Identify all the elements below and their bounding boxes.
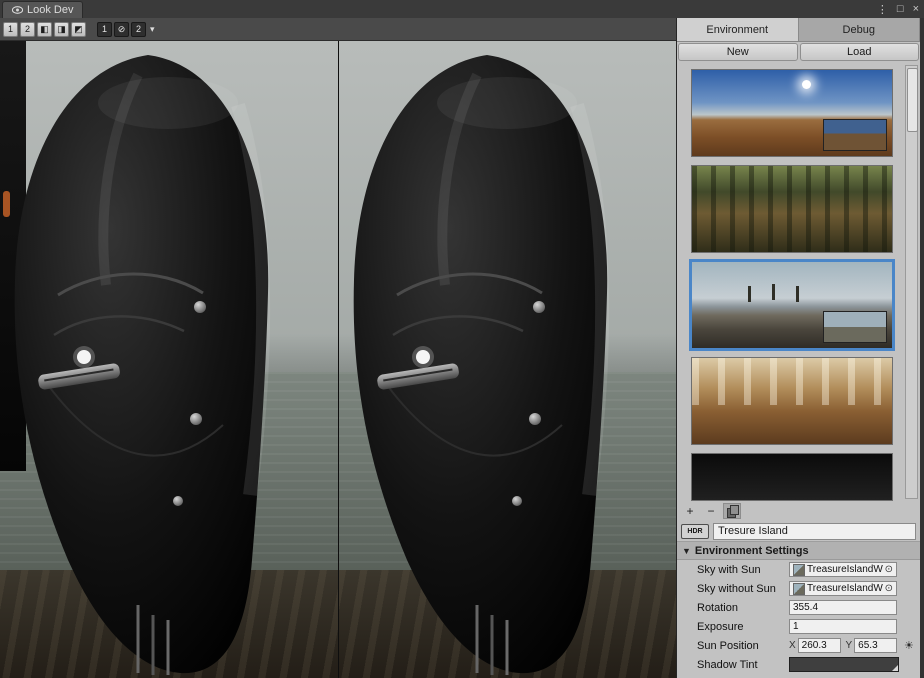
x-axis-label: X (789, 640, 796, 651)
add-hdri-button[interactable]: + (681, 503, 699, 519)
thumbnail-inset-preview (823, 119, 887, 151)
maximize-icon[interactable]: □ (897, 3, 904, 15)
single-view-2-button[interactable]: 2 (20, 22, 35, 37)
stacked-view-button[interactable]: ◨ (54, 22, 69, 37)
hdr-name-row: HDR Tresure Island (677, 521, 920, 541)
lookdev-toolbar: 1 2 ◧ ◨ ◩ 1 ⊘ 2 ▾ (0, 18, 676, 41)
hdri-thumbnail-church[interactable] (691, 357, 893, 445)
close-icon[interactable]: × (913, 3, 919, 15)
setting-row-sky-without-sun: Sky without Sun TreasureIslandWh ⊙ (677, 579, 920, 598)
copy-icon (727, 505, 738, 517)
tab-debug[interactable]: Debug (799, 18, 921, 41)
thumbnail-inset-preview (823, 311, 887, 343)
hdri-list-toolbar: + − (677, 501, 920, 521)
view-1-badge[interactable]: 1 (97, 22, 112, 37)
panel-tab-strip: Environment Debug (677, 18, 920, 42)
setting-row-rotation: Rotation 355.4 (677, 598, 920, 617)
setting-row-sun-position: Sun Position X 260.3 Y 65.3 ☀ (677, 636, 920, 655)
rotation-input[interactable]: 355.4 (789, 600, 897, 615)
lookdev-window-tab[interactable]: Look Dev (2, 1, 83, 18)
object-picker-icon[interactable]: ⊙ (885, 564, 893, 575)
hdri-thumbnail-treasure-island[interactable] (691, 261, 893, 349)
hdri-list (677, 63, 920, 501)
y-axis-label: Y (846, 640, 853, 651)
environment-actions: New Load (677, 42, 920, 63)
object-field-value: TreasureIslandWh (807, 583, 883, 594)
viewport-2[interactable] (338, 41, 676, 678)
thumbnail-scrollbar[interactable] (905, 65, 918, 499)
field-label: Sky without Sun (697, 583, 789, 595)
sky-with-sun-object-field[interactable]: TreasureIslandWh ⊙ (789, 562, 897, 577)
viewport-1[interactable] (0, 41, 338, 678)
tab-environment[interactable]: Environment (677, 18, 799, 41)
palm-tree (796, 286, 799, 302)
sky-without-sun-object-field[interactable]: TreasureIslandWh ⊙ (789, 581, 897, 596)
foldout-arrow-icon: ▼ (682, 546, 691, 556)
hdri-thumbnail-dark[interactable] (691, 453, 893, 501)
settings-title: Environment Settings (695, 545, 809, 557)
scrollbar-thumb[interactable] (907, 68, 918, 132)
palm-tree (772, 284, 775, 300)
hdri-thumbnail-desert[interactable] (691, 69, 893, 157)
setting-row-shadow-tint: Shadow Tint (677, 655, 920, 674)
remove-hdri-button[interactable]: − (702, 503, 720, 519)
sun-position-x-input[interactable]: 260.3 (798, 638, 841, 653)
lookdev-viewports (0, 41, 676, 678)
single-view-1-button[interactable]: 1 (3, 22, 18, 37)
window-menu-icon[interactable]: ⋮ (877, 3, 888, 16)
window-title: Look Dev (27, 4, 73, 16)
view-2-badge[interactable]: 2 (131, 22, 146, 37)
lookdev-eye-icon (12, 6, 23, 14)
palm-tree (748, 286, 751, 302)
environment-panel: Environment Debug New Load + − HDR (676, 18, 920, 678)
hdri-thumbnail-forest[interactable] (691, 165, 893, 253)
robot-head-render (0, 45, 308, 675)
environment-name-field[interactable]: Tresure Island (713, 523, 916, 540)
setting-row-exposure: Exposure 1 (677, 617, 920, 636)
sun-position-y-input[interactable]: 65.3 (854, 638, 897, 653)
field-label: Sky with Sun (697, 564, 789, 576)
object-field-value: TreasureIslandWh (807, 564, 883, 575)
object-picker-icon[interactable]: ⊙ (885, 583, 893, 594)
sun-highlight (802, 80, 811, 89)
split-zone-view-button[interactable]: ◩ (71, 22, 86, 37)
texture-icon (793, 583, 805, 595)
duplicate-hdri-button[interactable] (723, 503, 741, 519)
title-bar: Look Dev ⋮ □ × (0, 0, 924, 18)
link-views-button[interactable]: ⊘ (114, 22, 129, 37)
load-environment-button[interactable]: Load (800, 43, 920, 61)
new-environment-button[interactable]: New (678, 43, 798, 61)
field-label: Sun Position (697, 640, 789, 652)
hdr-badge-icon: HDR (681, 524, 709, 539)
layout-dropdown-icon[interactable]: ▾ (150, 24, 155, 35)
field-label: Rotation (697, 602, 789, 614)
field-label: Exposure (697, 621, 789, 633)
setting-row-sky-with-sun: Sky with Sun TreasureIslandWh ⊙ (677, 560, 920, 579)
shadow-tint-color-swatch[interactable] (789, 657, 899, 672)
exposure-input[interactable]: 1 (789, 619, 897, 634)
texture-icon (793, 564, 805, 576)
robot-head-render (338, 45, 647, 675)
side-by-side-view-button[interactable]: ◧ (37, 22, 52, 37)
field-label: Shadow Tint (697, 659, 789, 671)
sun-position-picker-icon[interactable]: ☀ (904, 639, 914, 652)
environment-settings-header[interactable]: ▼ Environment Settings (677, 541, 920, 560)
